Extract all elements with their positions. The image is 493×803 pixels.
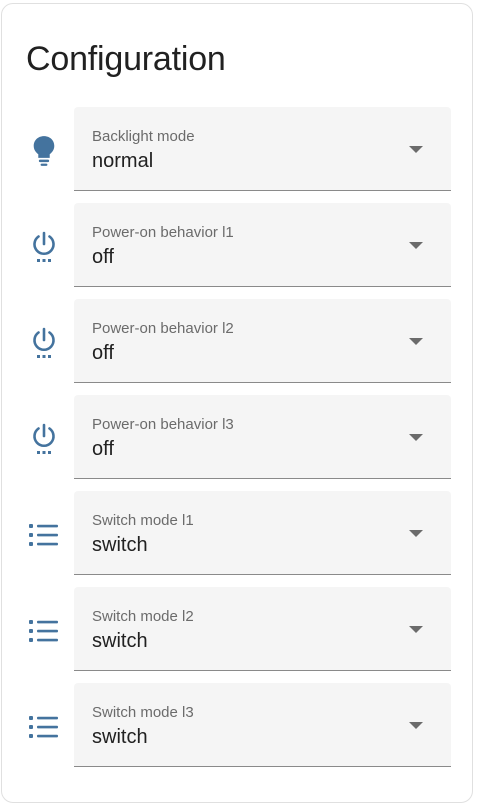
select-label: Switch mode l1 (92, 512, 194, 529)
format-list-bulleted-icon (24, 611, 64, 651)
dropdown-arrow-icon (409, 530, 423, 537)
configuration-card: Configuration Backlight mode normal Powe… (1, 3, 473, 803)
select-value: off (92, 342, 114, 364)
dropdown-arrow-icon (409, 242, 423, 249)
select-label: Power-on behavior l3 (92, 416, 234, 433)
power-on-behavior-l2-select[interactable]: Power-on behavior l2 off (74, 299, 451, 383)
switch-mode-l1-select[interactable]: Switch mode l1 switch (74, 491, 451, 575)
dropdown-arrow-icon (409, 626, 423, 633)
select-value: switch (92, 726, 148, 748)
entity-row-backlight-mode: Backlight mode normal (2, 107, 472, 203)
dropdown-arrow-icon (409, 434, 423, 441)
select-label: Switch mode l3 (92, 704, 194, 721)
power-on-behavior-l1-select[interactable]: Power-on behavior l1 off (74, 203, 451, 287)
power-on-behavior-l3-select[interactable]: Power-on behavior l3 off (74, 395, 451, 479)
format-list-bulleted-icon (24, 515, 64, 555)
lightbulb-icon (24, 131, 64, 171)
power-settings-icon (24, 419, 64, 459)
entity-row-switch-mode-l1: Switch mode l1 switch (2, 491, 472, 587)
power-settings-icon (24, 323, 64, 363)
switch-mode-l3-select[interactable]: Switch mode l3 switch (74, 683, 451, 767)
switch-mode-l2-select[interactable]: Switch mode l2 switch (74, 587, 451, 671)
dropdown-arrow-icon (409, 722, 423, 729)
card-title: Configuration (26, 40, 226, 78)
select-label: Switch mode l2 (92, 608, 194, 625)
entity-rows: Backlight mode normal Power-on behavior … (2, 107, 472, 779)
select-value: switch (92, 630, 148, 652)
entity-row-power-on-behavior-l3: Power-on behavior l3 off (2, 395, 472, 491)
select-value: off (92, 246, 114, 268)
select-value: switch (92, 534, 148, 556)
entity-row-switch-mode-l2: Switch mode l2 switch (2, 587, 472, 683)
select-value: off (92, 438, 114, 460)
backlight-mode-select[interactable]: Backlight mode normal (74, 107, 451, 191)
format-list-bulleted-icon (24, 707, 64, 747)
dropdown-arrow-icon (409, 146, 423, 153)
power-settings-icon (24, 227, 64, 267)
entity-row-power-on-behavior-l2: Power-on behavior l2 off (2, 299, 472, 395)
select-label: Backlight mode (92, 128, 195, 145)
select-label: Power-on behavior l1 (92, 224, 234, 241)
entity-row-switch-mode-l3: Switch mode l3 switch (2, 683, 472, 779)
select-label: Power-on behavior l2 (92, 320, 234, 337)
select-value: normal (92, 150, 154, 172)
entity-row-power-on-behavior-l1: Power-on behavior l1 off (2, 203, 472, 299)
dropdown-arrow-icon (409, 338, 423, 345)
